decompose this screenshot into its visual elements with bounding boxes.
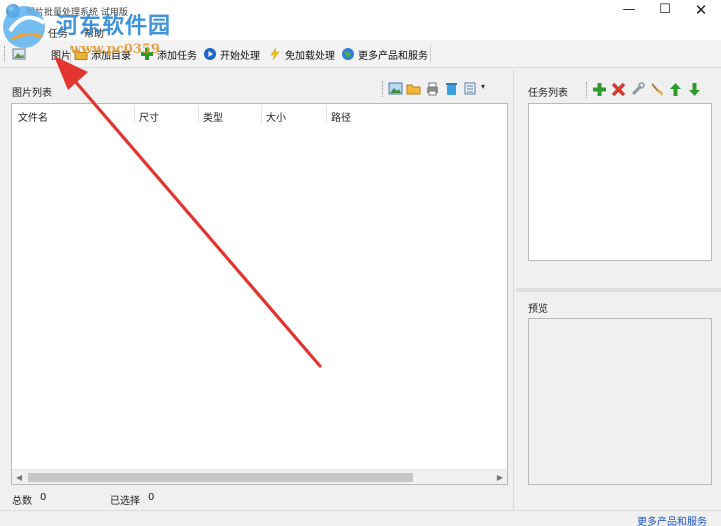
image-list-panel: 图片列表 ▾ 文件名 尺寸 类型 大小 路径 ◀ ▶ 总数 0 已选择 0 [0,70,514,510]
landscape-icon[interactable] [388,81,403,96]
move-down-icon[interactable] [687,82,702,97]
chevron-down-icon[interactable]: ▾ [481,82,485,91]
column-divider[interactable] [261,106,262,124]
selected-count-label: 已选择 [110,496,140,507]
globe-icon [342,48,354,60]
column-header-size[interactable]: 大小 [266,109,286,124]
lightning-icon [270,47,280,61]
column-header-filename[interactable]: 文件名 [18,109,48,124]
play-icon [204,48,216,60]
column-divider[interactable] [326,106,327,124]
delete-task-icon[interactable] [611,82,626,97]
total-count-label: 总数 [12,496,32,507]
trash-icon[interactable] [444,81,459,96]
toolbar-grip [382,81,385,97]
watermark-url: www.pc0359 [70,42,160,57]
scrollbar-thumb[interactable] [28,473,413,482]
column-divider[interactable] [134,106,135,124]
preview-title: 预览 [528,304,548,315]
column-header-dimensions[interactable]: 尺寸 [139,109,159,124]
total-count-value: 0 [40,492,47,503]
move-up-icon[interactable] [668,82,683,97]
printer-icon[interactable] [425,81,440,96]
watermark-site-name: 河东软件园 [56,13,172,39]
column-divider[interactable] [198,106,199,124]
task-list-panel: 任务列表 [516,70,721,288]
add-task-icon[interactable] [592,82,607,97]
start-processing-button[interactable]: 开始处理 [203,46,260,62]
more-products-link[interactable]: 更多产品和服务 [637,513,707,526]
watermark-logo [3,6,46,48]
image-list-title: 图片列表 [12,88,52,99]
task-list-box[interactable] [528,103,712,261]
broom-icon[interactable] [649,82,664,97]
column-header-type[interactable]: 类型 [203,109,223,124]
wrench-icon[interactable] [630,82,645,97]
scroll-left-icon[interactable]: ◀ [16,473,22,482]
folder-icon[interactable] [406,81,421,96]
selected-count-value: 0 [148,492,155,503]
status-bar: 更多产品和服务 [0,510,721,526]
close-button[interactable]: ✕ [678,0,721,22]
image-table[interactable]: 文件名 尺寸 类型 大小 路径 ◀ ▶ [11,103,508,485]
column-header-path[interactable]: 路径 [331,109,351,124]
scroll-right-icon[interactable]: ▶ [497,473,503,482]
toolbar-grip [586,82,589,98]
task-list-title: 任务列表 [528,88,568,99]
preview-area [528,318,712,485]
no-load-processing-button[interactable]: 免加载处理 [268,46,335,62]
list-view-icon[interactable] [463,81,478,96]
more-products-button[interactable]: 更多产品和服务 [341,46,428,62]
toolbar-separator [430,45,431,63]
horizontal-scrollbar[interactable]: ◀ ▶ [12,469,507,484]
preview-panel: 预览 [516,292,721,510]
